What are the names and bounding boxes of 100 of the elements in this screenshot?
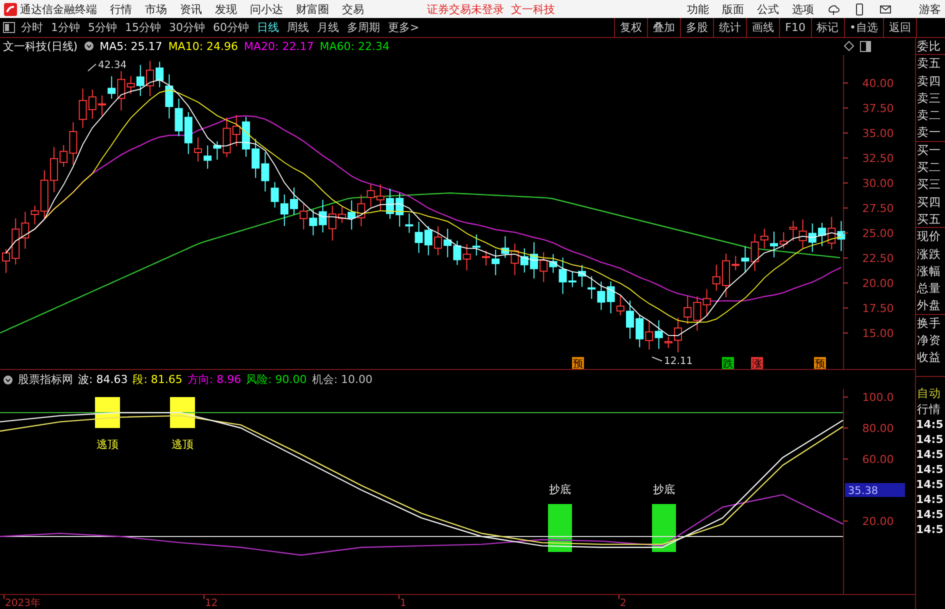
trade-time: 14:5 — [916, 446, 944, 462]
menu-item[interactable]: 版面 — [722, 2, 744, 16]
app-title: 通达信金融终端 — [20, 2, 97, 16]
quote-field-label: 外盘 — [916, 297, 945, 315]
menu-item[interactable]: 功能 — [687, 2, 709, 16]
indicator-value: 方向: 8.96 — [187, 372, 242, 388]
quote-field-label: 卖三 — [916, 90, 942, 107]
period-tab[interactable]: 60分钟 — [213, 20, 249, 35]
price-axis-label: 37.50 — [862, 102, 894, 115]
signal-tag: 预 — [815, 358, 825, 370]
indicator-value: 波: 84.63 — [78, 372, 128, 388]
quote-field-label: 委比 — [916, 38, 945, 56]
indicator-axis-label: 20.00 — [862, 515, 894, 528]
menu-item[interactable]: 市场 — [145, 2, 167, 16]
period-tab[interactable]: 30分钟 — [169, 20, 205, 35]
menu-item[interactable]: 行情 — [110, 2, 132, 16]
price-axis-label: 27.50 — [862, 202, 894, 215]
toolbar-button[interactable]: 标记 — [810, 18, 844, 37]
moving-average-label: MA10: 24.96 — [168, 40, 238, 53]
quote-field-label: 卖一 — [916, 124, 945, 142]
indicator-axis-label: 60.00 — [862, 453, 894, 466]
indicator-value: 段: 81.65 — [132, 372, 182, 388]
price-axis-label: 22.50 — [862, 252, 894, 265]
toolbar-button[interactable]: 多股 — [680, 18, 714, 37]
trade-time: 14:5 — [916, 416, 944, 432]
moving-average-label: MA5: 25.17 — [100, 40, 162, 53]
menu-item[interactable]: 财富圈 — [296, 2, 329, 16]
circle-toggle-icon[interactable] — [3, 374, 13, 385]
menu-item[interactable]: 公式 — [757, 2, 779, 16]
time-axis-label: 2023年 — [5, 598, 40, 609]
panel-toggle-icon[interactable] — [3, 22, 15, 33]
period-tab[interactable]: 分时 — [21, 20, 43, 35]
time-axis-label: 12 — [205, 598, 218, 609]
signal-tag: 涨 — [752, 358, 762, 370]
signal-label: 抄底 — [653, 483, 675, 496]
trade-time: 14:5 — [916, 476, 944, 492]
toolbar-button[interactable]: 画线 — [746, 18, 780, 37]
trade-time: 14:5 — [916, 432, 944, 447]
trade-time: 14:5 — [916, 506, 944, 522]
period-tab[interactable]: 周线 — [287, 20, 309, 35]
price-axis-label: 17.50 — [862, 302, 894, 315]
toolbar-button[interactable]: F10 — [779, 18, 810, 37]
period-tab[interactable]: 1分钟 — [51, 20, 80, 35]
user-label[interactable]: 游客 — [919, 2, 941, 16]
period-tab[interactable]: 日线 — [257, 20, 279, 35]
moving-average-label: MA60: 22.34 — [320, 40, 390, 53]
stock-name: 文一科技 — [511, 2, 555, 16]
indicator-value: 机会: 10.00 — [312, 372, 373, 388]
sell-signal-marker — [170, 397, 195, 428]
toolbar-button[interactable]: 返回 — [883, 18, 916, 37]
moving-average-label: MA20: 22.17 — [244, 40, 314, 53]
quote-field-label: 净资 — [916, 332, 942, 350]
login-status[interactable]: 证券交易未登录 — [427, 2, 504, 16]
time-axis-label: 2 — [620, 598, 626, 609]
menu-item[interactable]: 选项 — [792, 2, 814, 16]
quote-field-label: 卖五 — [916, 55, 942, 72]
quote-field-label: 买一 — [916, 142, 942, 159]
quote-field-label: 卖四 — [916, 72, 942, 90]
period-tab[interactable]: 5分钟 — [88, 20, 117, 35]
indicator-axis-label: 80.00 — [862, 422, 894, 436]
quote-mode-label[interactable]: 行情 — [916, 400, 945, 417]
diamond-icon[interactable] — [844, 41, 854, 52]
menu-item[interactable]: 问小达 — [250, 2, 283, 16]
quote-field-label: 现价 — [916, 228, 942, 246]
menu-item[interactable]: 发现 — [215, 2, 237, 16]
quote-field-label: 买三 — [916, 176, 942, 194]
price-axis-label: 40.00 — [862, 76, 894, 90]
quote-mode-label[interactable]: 自动 — [916, 384, 945, 401]
high-price-label: 42.34 — [98, 60, 127, 71]
indicator-value: 风险: 90.00 — [246, 372, 307, 388]
price-axis-label: 20.00 — [862, 276, 894, 290]
current-value-marker — [845, 483, 905, 498]
signal-tag: 预 — [573, 358, 583, 370]
toolbar-button[interactable]: 叠加 — [647, 18, 680, 37]
signal-label: 抄底 — [549, 483, 571, 496]
price-axis-label: 15.00 — [862, 326, 894, 340]
cloud-icon[interactable] — [827, 2, 840, 16]
low-price-label: 12.11 — [664, 356, 693, 367]
leader-line — [652, 356, 662, 362]
more-periods-button[interactable]: 更多> — [388, 20, 420, 35]
menu-item[interactable]: 交易 — [342, 2, 364, 16]
toolbar-button[interactable]: 复权 — [614, 18, 648, 37]
price-axis-label: 35.00 — [862, 126, 894, 140]
period-tab[interactable]: 月线 — [317, 20, 339, 35]
toolbar-button[interactable]: 统计 — [713, 18, 746, 37]
quote-field-label: 买五 — [916, 210, 945, 228]
toolbar-button[interactable]: •自选 — [844, 18, 883, 37]
indicator-title: 股票指标网 — [18, 372, 73, 388]
period-tab[interactable]: 15分钟 — [125, 20, 161, 35]
signal-tag: 跌 — [723, 358, 733, 370]
current-value-label: 35.38 — [848, 485, 878, 498]
circle-toggle-icon[interactable] — [84, 41, 94, 52]
quote-field-label: 卖二 — [916, 107, 942, 124]
menu-item[interactable]: 资讯 — [180, 2, 202, 16]
window-icon[interactable] — [860, 40, 871, 52]
phone-icon[interactable] — [853, 2, 866, 16]
period-tab[interactable]: 多周期 — [347, 20, 380, 35]
mail-icon[interactable] — [879, 2, 892, 16]
quote-field-label: 涨跌 — [916, 246, 942, 263]
buy-signal-marker — [652, 504, 676, 552]
